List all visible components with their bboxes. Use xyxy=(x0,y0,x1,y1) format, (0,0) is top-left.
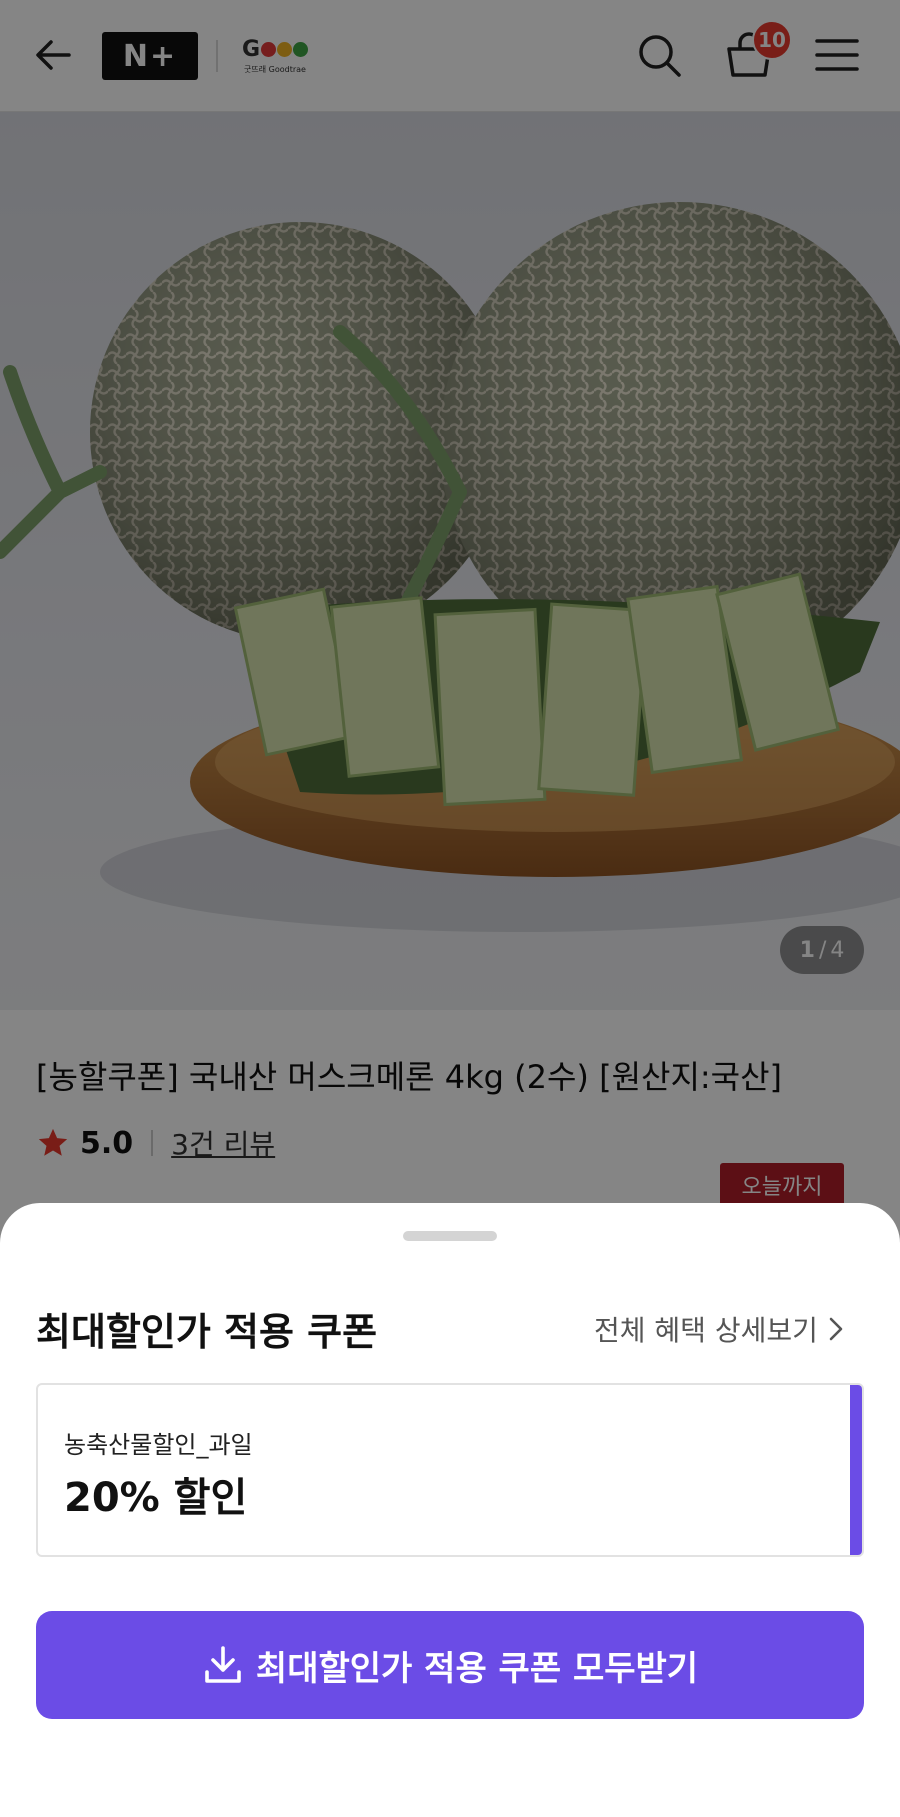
coupon-discount: 20% 할인 xyxy=(64,1475,248,1521)
chevron-right-icon xyxy=(829,1317,843,1341)
benefits-detail-link[interactable]: 전체 혜택 상세보기 xyxy=(594,1309,844,1349)
download-all-coupons-button[interactable]: 최대할인가 적용 쿠폰 모두받기 xyxy=(36,1611,864,1719)
coupon-card[interactable]: 농축산물할인_과일 20% 할인 xyxy=(36,1383,864,1557)
download-all-label: 최대할인가 적용 쿠폰 모두받기 xyxy=(255,1648,699,1689)
sheet-drag-handle[interactable] xyxy=(403,1231,497,1241)
coupon-name: 농축산물할인_과일 xyxy=(64,1431,253,1459)
sheet-title: 최대할인가 적용 쿠폰 xyxy=(36,1310,378,1354)
download-icon xyxy=(205,1646,241,1683)
benefits-detail-label: 전체 혜택 상세보기 xyxy=(594,1314,818,1347)
coupon-bottom-sheet: 최대할인가 적용 쿠폰 전체 혜택 상세보기 농축산물할인_과일 20% 할인 … xyxy=(0,1203,900,1817)
coupon-accent-strip xyxy=(850,1385,862,1555)
